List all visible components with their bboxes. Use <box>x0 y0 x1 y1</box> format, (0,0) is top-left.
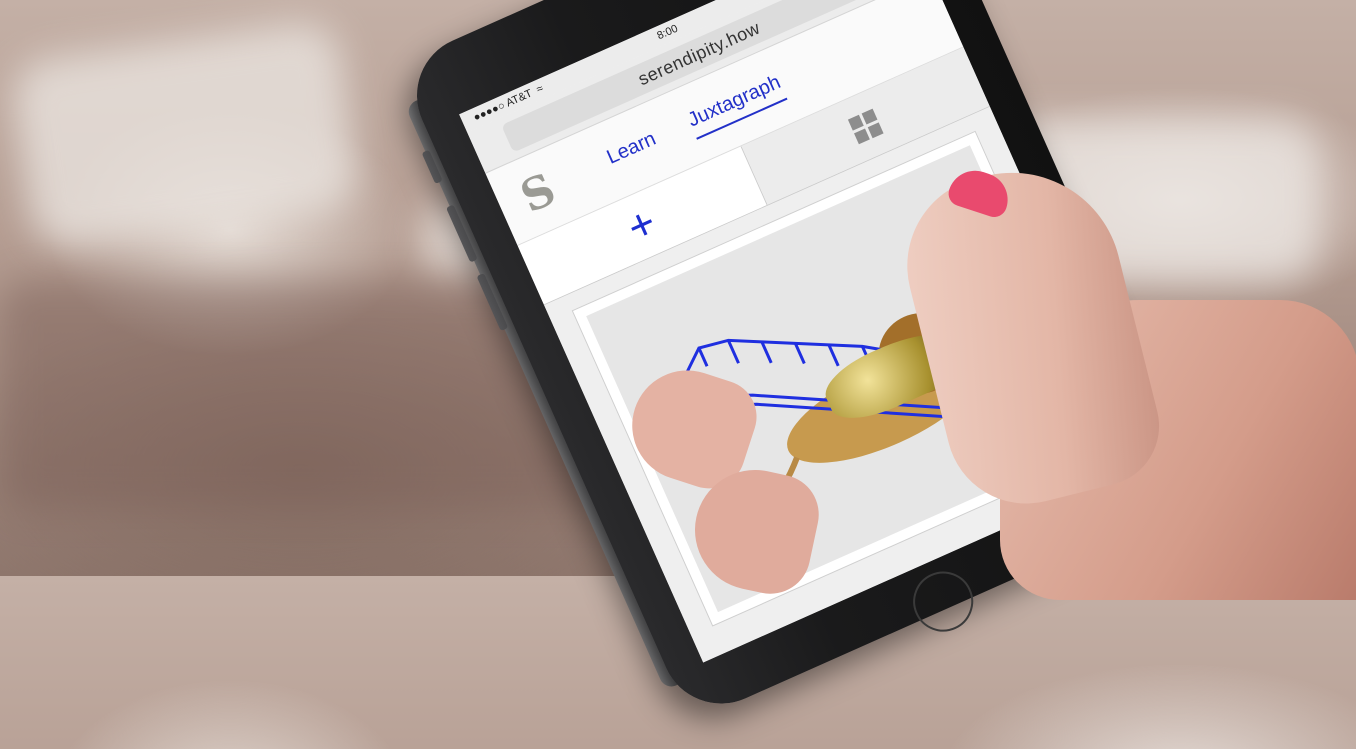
grid-icon <box>847 108 884 144</box>
nav-learn-link[interactable]: Learn <box>603 127 662 174</box>
background-chair <box>8 17 362 253</box>
plus-icon: + <box>620 197 664 253</box>
wifi-icon: ≈ <box>534 82 546 96</box>
nav-juxtagraph-link[interactable]: Juxtagraph <box>684 70 788 140</box>
